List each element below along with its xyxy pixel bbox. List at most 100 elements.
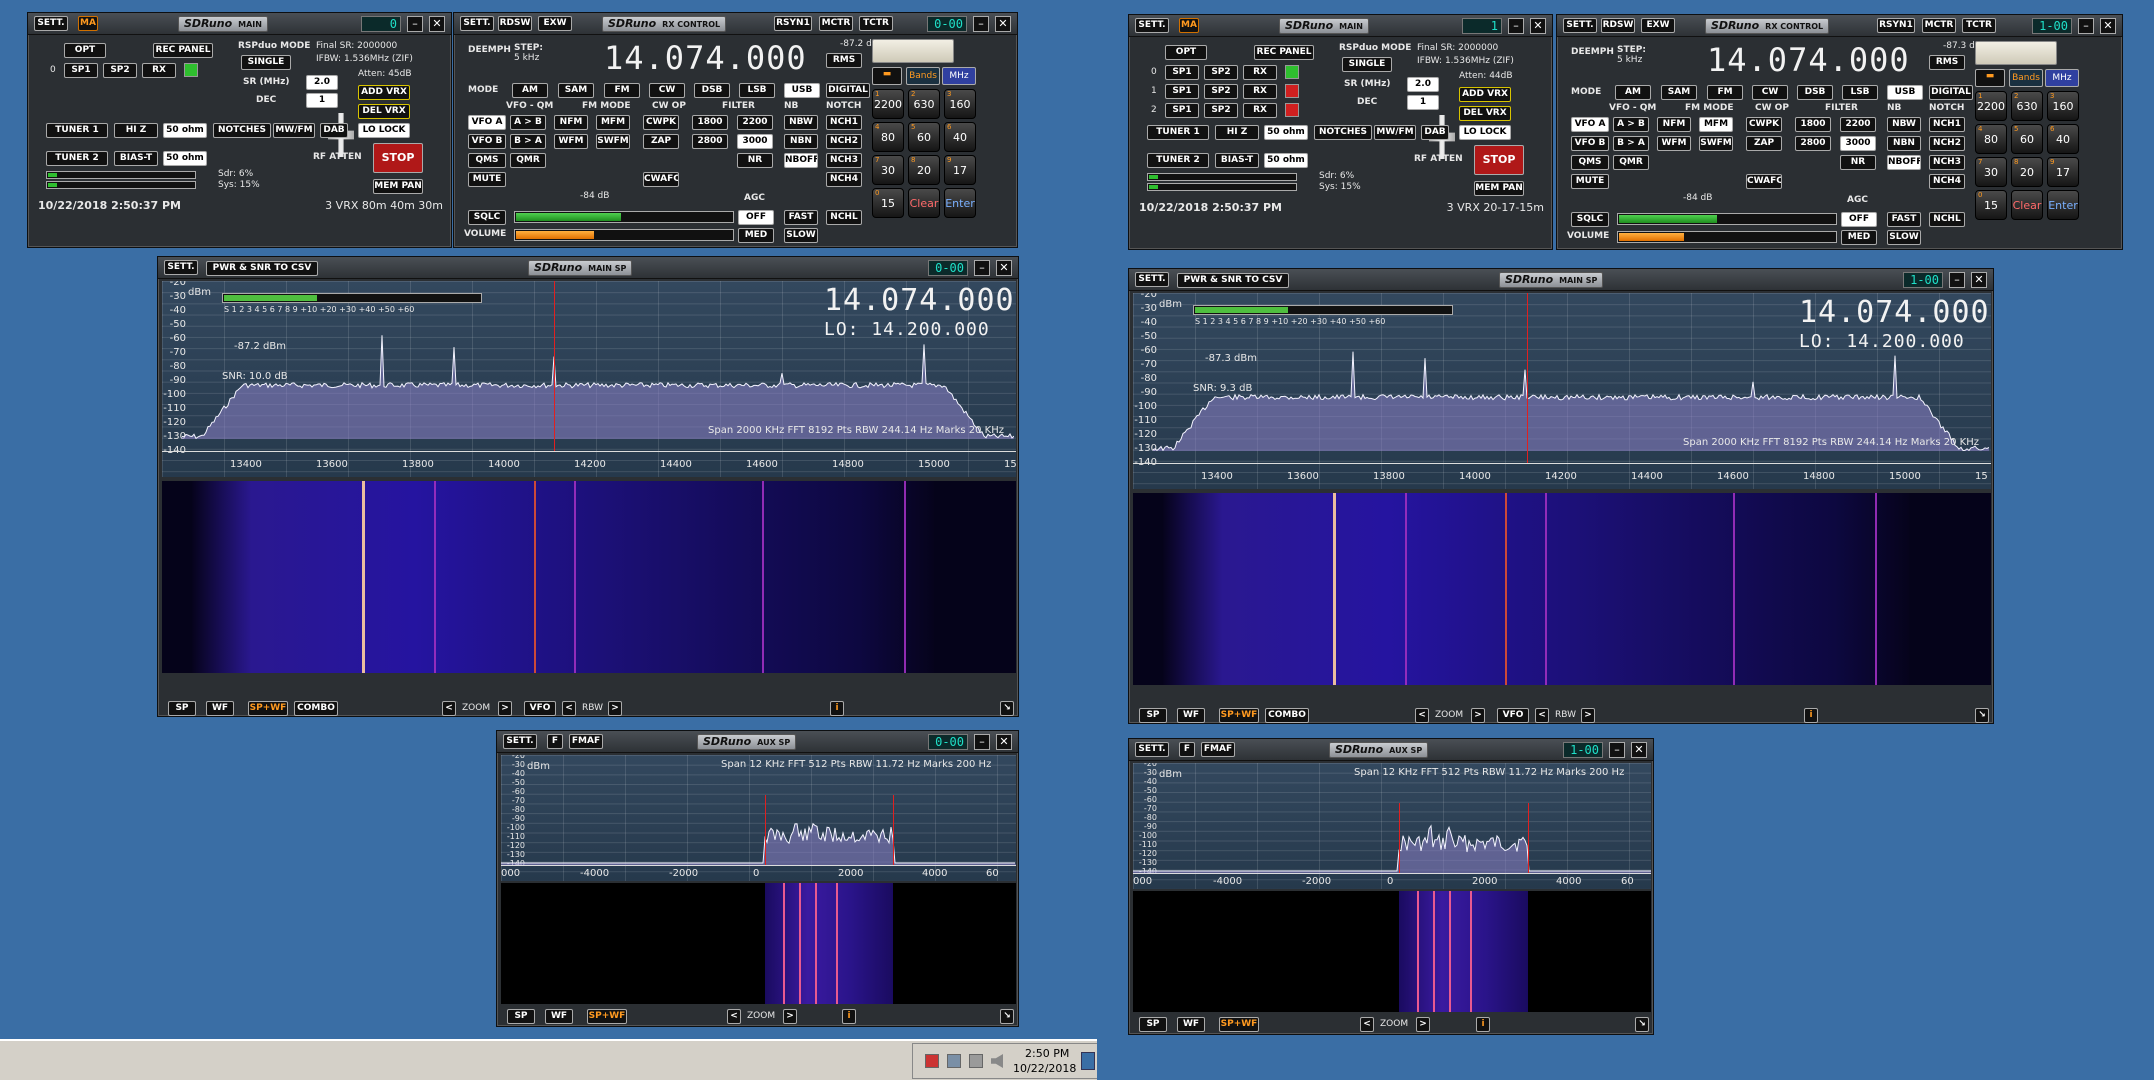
- resize-icon[interactable]: ↘: [1975, 708, 1989, 723]
- rbw-down-button[interactable]: <: [562, 701, 576, 716]
- sqlc-button[interactable]: SQLC: [468, 210, 506, 225]
- info-button[interactable]: i: [842, 1009, 856, 1024]
- tuner1-50ohm-button[interactable]: 50 ohm: [1264, 125, 1308, 140]
- passband-high-marker[interactable]: [893, 795, 894, 865]
- wf-view-button[interactable]: WF: [206, 701, 234, 716]
- rsyn1-button[interactable]: RSYN1: [1877, 18, 1915, 33]
- settings-button[interactable]: SETT.: [1135, 18, 1169, 33]
- dab-notch-button[interactable]: DAB: [1421, 125, 1449, 140]
- zoom-out-button[interactable]: <: [442, 701, 456, 716]
- band-key[interactable]: 4 80: [872, 122, 904, 152]
- spectrum-panel[interactable]: -20 -30 -40 -50 -60 -70 -80 -90 -100 -110 -120 -130…: [162, 281, 1016, 477]
- sp1-button[interactable]: SP1: [1165, 103, 1199, 118]
- mem-pan-button[interactable]: MEM PAN: [1474, 181, 1524, 196]
- b-to-a-button[interactable]: B > A: [510, 134, 546, 149]
- cwpk-button[interactable]: CWPK: [1746, 117, 1782, 132]
- rdsw-button[interactable]: RDSW: [1601, 18, 1635, 33]
- band-key[interactable]: 0 15: [1975, 190, 2007, 220]
- sqlc-button[interactable]: SQLC: [1571, 212, 1609, 227]
- info-button[interactable]: i: [830, 701, 844, 716]
- nbn-button[interactable]: NBN: [784, 134, 818, 149]
- pwr-snr-to-csv-button[interactable]: PWR & SNR TO CSV: [1177, 273, 1289, 288]
- band-key[interactable]: 9 17: [2047, 157, 2079, 187]
- rms-button[interactable]: RMS: [826, 53, 862, 68]
- sp-view-button[interactable]: SP: [507, 1009, 535, 1024]
- notches-button[interactable]: NOTCHES: [213, 123, 271, 138]
- rbw-up-button[interactable]: >: [608, 701, 622, 716]
- nch1-button[interactable]: NCH1: [1929, 117, 1965, 132]
- agc-off-button[interactable]: OFF: [1841, 212, 1877, 227]
- close-icon[interactable]: ✕: [1530, 18, 1546, 34]
- settings-button[interactable]: SETT.: [460, 16, 494, 31]
- s-meter-bar[interactable]: [1193, 305, 1453, 315]
- vfo-b-button[interactable]: VFO B: [1571, 136, 1609, 151]
- rx-button[interactable]: RX: [1243, 65, 1277, 80]
- rsyn1-button[interactable]: RSYN1: [774, 16, 812, 31]
- del-vrx-button[interactable]: DEL VRX: [1459, 106, 1511, 121]
- band-key[interactable]: 8 20: [2011, 157, 2043, 187]
- stop-button[interactable]: STOP: [1474, 145, 1524, 175]
- band-key[interactable]: 1 2200: [872, 89, 904, 119]
- cwpk-button[interactable]: CWPK: [643, 115, 679, 130]
- zap-button[interactable]: ZAP: [1746, 136, 1782, 151]
- sp-view-button[interactable]: SP: [1139, 708, 1167, 723]
- resize-icon[interactable]: ↘: [1000, 1009, 1014, 1024]
- band-minus-button[interactable]: ▬: [872, 67, 902, 85]
- band-key[interactable]: 8 20: [908, 155, 940, 185]
- sp-view-button[interactable]: SP: [1139, 1017, 1167, 1032]
- single-mode-button[interactable]: SINGLE: [241, 55, 291, 70]
- tuner1-button[interactable]: TUNER 1: [46, 123, 108, 138]
- resize-icon[interactable]: ↘: [1635, 1017, 1649, 1032]
- tuner2-button[interactable]: TUNER 2: [1147, 153, 1209, 168]
- settings-button[interactable]: SETT.: [503, 734, 537, 749]
- settings-button[interactable]: SETT.: [1563, 18, 1597, 33]
- agc-fast-button[interactable]: FAST: [784, 210, 818, 225]
- sp-wf-view-button[interactable]: SP+WF: [587, 1009, 627, 1024]
- band-key[interactable]: 1 2200: [1975, 91, 2007, 121]
- swfm-button[interactable]: SWFM: [596, 134, 630, 149]
- mode-digital-button[interactable]: DIGITAL: [826, 83, 870, 98]
- hiz-button[interactable]: HI Z: [114, 123, 158, 138]
- band-key[interactable]: 7 30: [1975, 157, 2007, 187]
- tuner2-50ohm-button[interactable]: 50 ohm: [163, 151, 207, 166]
- f-button[interactable]: F: [547, 734, 563, 749]
- f-button[interactable]: F: [1179, 742, 1195, 757]
- filter-2200-button[interactable]: 2200: [1840, 117, 1876, 132]
- sp1-button[interactable]: SP1: [1165, 84, 1199, 99]
- combo-view-button[interactable]: COMBO: [1265, 708, 1309, 723]
- bands-button[interactable]: Bands: [906, 67, 940, 85]
- cwafc-button[interactable]: CWAFC: [643, 172, 679, 187]
- zoom-out-button[interactable]: <: [1415, 708, 1429, 723]
- mode-cw-button[interactable]: CW: [649, 83, 685, 98]
- close-icon[interactable]: ✕: [429, 16, 445, 32]
- agc-med-button[interactable]: MED: [1841, 230, 1877, 245]
- nbw-button[interactable]: NBW: [1887, 117, 1921, 132]
- exw-button[interactable]: EXW: [538, 16, 572, 31]
- minimize-icon[interactable]: –: [407, 16, 423, 32]
- settings-button[interactable]: SETT.: [34, 16, 68, 31]
- nch2-button[interactable]: NCH2: [826, 134, 862, 149]
- band-key[interactable]: 0 15: [872, 188, 904, 218]
- sr-value-field[interactable]: 2.0: [1407, 77, 1439, 92]
- show-desktop-icon[interactable]: [1081, 1052, 1095, 1070]
- sp1-button[interactable]: SP1: [64, 63, 98, 78]
- nbw-button[interactable]: NBW: [784, 115, 818, 130]
- swfm-button[interactable]: SWFM: [1699, 136, 1733, 151]
- nch4-button[interactable]: NCH4: [826, 172, 862, 187]
- mhz-button[interactable]: MHz: [2045, 69, 2079, 87]
- hiz-button[interactable]: HI Z: [1215, 125, 1259, 140]
- mode-lsb-button[interactable]: LSB: [739, 83, 775, 98]
- tctr-button[interactable]: TCTR: [859, 16, 893, 31]
- sp2-button[interactable]: SP2: [103, 63, 137, 78]
- tuner1-button[interactable]: TUNER 1: [1147, 125, 1209, 140]
- sr-value-field[interactable]: 2.0: [306, 75, 338, 90]
- mode-fm-button[interactable]: FM: [1707, 85, 1743, 100]
- band-key[interactable]: 2 630: [908, 89, 940, 119]
- close-icon[interactable]: ✕: [996, 260, 1012, 276]
- vfo-center-button[interactable]: VFO: [1497, 708, 1529, 723]
- combo-view-button[interactable]: COMBO: [294, 701, 338, 716]
- filter-2200-button[interactable]: 2200: [737, 115, 773, 130]
- qmr-button[interactable]: QMR: [1613, 155, 1649, 170]
- agc-fast-button[interactable]: FAST: [1887, 212, 1921, 227]
- vfo-frequency-display[interactable]: 14.074.000: [1707, 41, 1910, 79]
